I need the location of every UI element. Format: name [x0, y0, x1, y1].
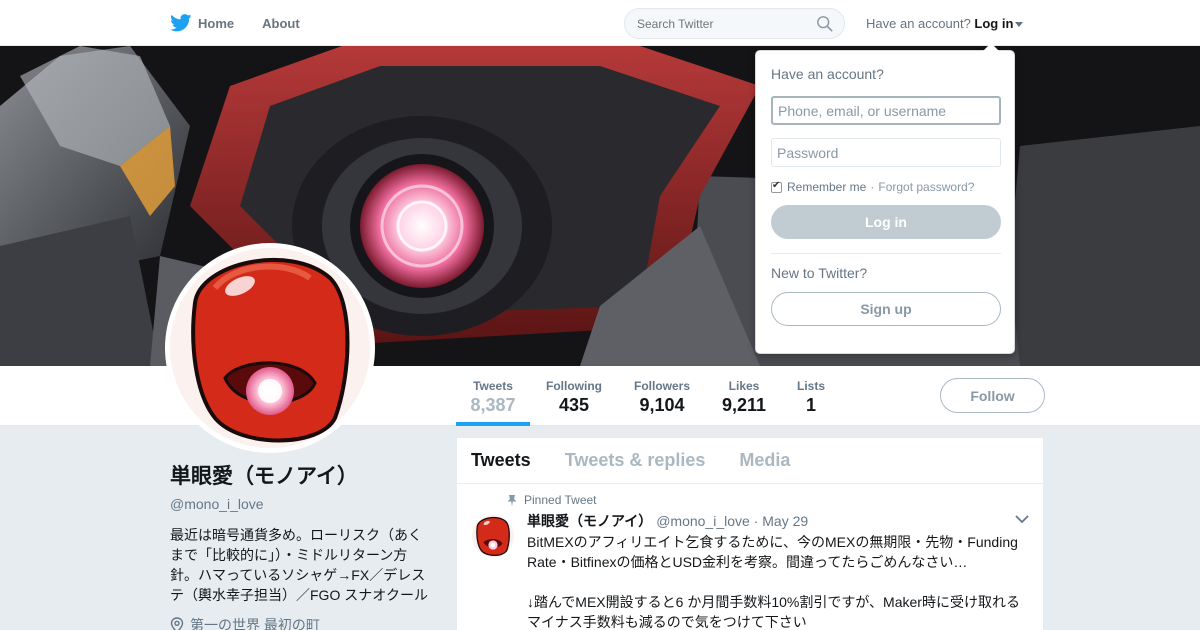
pinned-indicator: Pinned Tweet	[506, 493, 1029, 507]
remember-row: Remember me · Forgot password?	[771, 180, 999, 194]
remember-checkbox[interactable]	[771, 180, 782, 193]
profile-name[interactable]: 単眼愛（モノアイ）	[170, 460, 435, 490]
dropdown-divider	[771, 253, 1001, 254]
stat-followers-label: Followers	[633, 379, 690, 393]
new-to-twitter-label: New to Twitter?	[771, 265, 868, 281]
stat-lists[interactable]: Lists 1	[792, 366, 830, 426]
location-pin-icon	[170, 617, 184, 630]
remember-separator: ·	[870, 180, 875, 194]
search-box[interactable]	[624, 8, 845, 39]
remember-label[interactable]: Remember me	[787, 180, 866, 194]
top-nav-bar: Home About Have an account? Log in	[0, 0, 1200, 46]
tweet-author-name[interactable]: 単眼愛（モノアイ）	[527, 513, 652, 529]
timeline: Tweets Tweets & replies Media Pinned Twe…	[456, 437, 1044, 630]
tab-media[interactable]: Media	[739, 450, 790, 471]
avatar-image	[170, 248, 370, 448]
signup-button[interactable]: Sign up	[771, 292, 1001, 326]
login-link-label[interactable]: Log in	[974, 16, 1013, 31]
monoeye-avatar-small	[476, 516, 510, 557]
pinned-tweet[interactable]: Pinned Tweet 単眼愛（モノアイ） @mono_i_love · Ma…	[457, 484, 1043, 630]
twitter-bird-icon	[170, 14, 192, 32]
profile-bio: 最近は暗号通貨多め。ローリスク（あくまで「比較的に」）・ミドルリターン方針。ハマ…	[170, 527, 428, 603]
profile-location-text: 第一の世界 最初の町	[190, 617, 320, 630]
stat-tweets-value: 8,387	[470, 395, 516, 415]
login-button[interactable]: Log in	[771, 205, 1001, 239]
caret-down-icon	[1015, 22, 1024, 28]
timeline-tabs: Tweets Tweets & replies Media	[457, 438, 1043, 484]
stat-likes-label: Likes	[728, 379, 760, 393]
stat-tweets[interactable]: Tweets 8,387	[456, 366, 530, 426]
tab-tweets[interactable]: Tweets	[471, 450, 531, 471]
stat-lists-value: 1	[805, 395, 816, 415]
stat-following-value: 435	[558, 395, 590, 415]
nav-about-label: About	[262, 15, 300, 31]
stat-followers[interactable]: Followers 9,104	[628, 366, 696, 426]
password-field[interactable]	[771, 138, 1001, 167]
forgot-password-link[interactable]: Forgot password?	[878, 180, 974, 194]
profile-info: 単眼愛（モノアイ） @mono_i_love 最近は暗号通貨多め。ローリスク（あ…	[170, 460, 435, 630]
nav-left: Home About	[170, 0, 328, 46]
stat-tweets-label: Tweets	[473, 379, 513, 393]
profile-location: 第一の世界 最初の町	[170, 615, 435, 630]
stat-following-label: Following	[546, 379, 602, 393]
pin-icon	[507, 494, 517, 506]
nav-about[interactable]: About	[262, 16, 300, 31]
username-field[interactable]	[771, 96, 1001, 125]
stat-following[interactable]: Following 435	[540, 366, 608, 426]
stat-followers-value: 9,104	[639, 395, 685, 415]
nav-home-label: Home	[198, 15, 235, 31]
tweet-separator: ·	[753, 513, 759, 529]
monoeye-avatar-illustration	[191, 257, 350, 443]
stat-likes-value: 9,211	[721, 395, 767, 415]
nav-home[interactable]: Home	[170, 14, 234, 32]
chevron-down-icon[interactable]	[1015, 514, 1029, 524]
account-prefix: Have an account?	[866, 16, 971, 31]
search-icon[interactable]	[816, 15, 834, 33]
tweet-author-handle[interactable]: @mono_i_love	[656, 513, 750, 529]
stat-likes[interactable]: Likes 9,211	[716, 366, 772, 426]
tab-tweets-replies[interactable]: Tweets & replies	[565, 450, 706, 471]
profile-avatar[interactable]	[165, 243, 375, 453]
tweet-date[interactable]: May 29	[762, 513, 808, 529]
login-dropdown-title: Have an account?	[771, 66, 884, 82]
follow-button[interactable]: Follow	[940, 378, 1045, 413]
login-dropdown: Have an account? Remember me · Forgot pa…	[755, 43, 1015, 354]
profile-handle[interactable]: @mono_i_love	[170, 496, 435, 512]
tweet-text: BitMEXのアフィリエイト乞食するために、今のMEXの無期限・先物・Fundi…	[527, 534, 1020, 630]
pinned-label: Pinned Tweet	[524, 493, 597, 507]
tweet-header: 単眼愛（モノアイ） @mono_i_love · May 29	[527, 511, 1029, 531]
search-input[interactable]	[637, 16, 807, 31]
account-login-link[interactable]: Have an account? Log in	[866, 16, 1024, 31]
stat-lists-label: Lists	[796, 379, 825, 393]
tweet-avatar[interactable]	[472, 515, 514, 557]
